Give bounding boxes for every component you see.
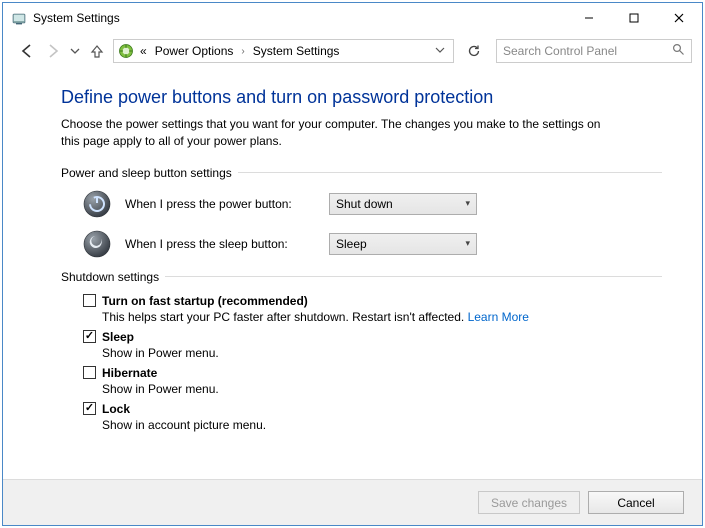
group-shutdown-label: Shutdown settings: [61, 270, 159, 284]
power-button-row: When I press the power button: Shut down…: [83, 190, 662, 218]
control-panel-icon: [118, 43, 134, 59]
sleep-icon: [83, 230, 111, 258]
hibernate-checkbox[interactable]: [83, 366, 96, 379]
up-button[interactable]: [87, 43, 107, 59]
sleep-button-select[interactable]: Sleep ▾: [329, 233, 477, 255]
sleep-option-label: Sleep: [102, 330, 134, 344]
power-button-select[interactable]: Shut down ▾: [329, 193, 477, 215]
refresh-button[interactable]: [462, 39, 486, 63]
window-controls: [566, 3, 702, 33]
page-heading: Define power buttons and turn on passwor…: [61, 87, 662, 108]
address-dropdown-button[interactable]: [431, 45, 449, 58]
search-input[interactable]: Search Control Panel: [496, 39, 692, 63]
sleep-button-label: When I press the sleep button:: [125, 237, 315, 251]
fast-startup-label: Turn on fast startup (recommended): [102, 294, 308, 308]
sleep-checkbox[interactable]: [83, 330, 96, 343]
fast-startup-checkbox[interactable]: [83, 294, 96, 307]
recent-locations-button[interactable]: [69, 46, 81, 56]
forward-button[interactable]: [43, 41, 63, 61]
titlebar: System Settings: [3, 3, 702, 33]
chevron-down-icon: ▾: [465, 198, 470, 209]
content-area: Define power buttons and turn on passwor…: [3, 69, 702, 479]
power-button-value: Shut down: [336, 197, 465, 211]
minimize-button[interactable]: [566, 3, 611, 32]
navigation-bar: « Power Options › System Settings Search…: [3, 33, 702, 69]
close-button[interactable]: [656, 3, 702, 32]
divider: [165, 276, 662, 277]
breadcrumb-prefix: «: [138, 44, 149, 58]
group-power-sleep-label: Power and sleep button settings: [61, 166, 232, 180]
action-bar: Save changes Cancel: [3, 479, 702, 525]
option-hibernate: Hibernate Show in Power menu.: [83, 366, 662, 396]
window-frame: System Settings: [2, 2, 703, 526]
address-bar[interactable]: « Power Options › System Settings: [113, 39, 454, 63]
sleep-option-desc: Show in Power menu.: [102, 346, 662, 360]
power-icon: [83, 190, 111, 218]
hibernate-option-label: Hibernate: [102, 366, 157, 380]
lock-checkbox[interactable]: [83, 402, 96, 415]
lock-option-label: Lock: [102, 402, 130, 416]
sleep-button-value: Sleep: [336, 237, 465, 251]
group-power-sleep: Power and sleep button settings: [61, 166, 662, 180]
lock-option-desc: Show in account picture menu.: [102, 418, 662, 432]
hibernate-option-desc: Show in Power menu.: [102, 382, 662, 396]
save-changes-button[interactable]: Save changes: [478, 491, 580, 514]
fast-startup-desc: This helps start your PC faster after sh…: [102, 310, 662, 324]
breadcrumb-power-options[interactable]: Power Options: [153, 44, 236, 58]
option-lock: Lock Show in account picture menu.: [83, 402, 662, 432]
sleep-button-row: When I press the sleep button: Sleep ▾: [83, 230, 662, 258]
app-icon: [11, 10, 27, 26]
search-placeholder: Search Control Panel: [503, 44, 672, 58]
divider: [238, 172, 662, 173]
page-description: Choose the power settings that you want …: [61, 116, 621, 150]
breadcrumb-chevron-icon[interactable]: ›: [239, 46, 246, 57]
learn-more-link[interactable]: Learn More: [468, 310, 529, 324]
search-icon: [672, 43, 685, 59]
breadcrumb-system-settings[interactable]: System Settings: [251, 44, 342, 58]
option-sleep: Sleep Show in Power menu.: [83, 330, 662, 360]
maximize-button[interactable]: [611, 3, 656, 32]
power-button-label: When I press the power button:: [125, 197, 315, 211]
group-shutdown: Shutdown settings: [61, 270, 662, 284]
window-title: System Settings: [33, 11, 566, 25]
cancel-button[interactable]: Cancel: [588, 491, 684, 514]
option-fast-startup: Turn on fast startup (recommended) This …: [83, 294, 662, 324]
chevron-down-icon: ▾: [465, 238, 470, 249]
back-button[interactable]: [17, 41, 37, 61]
